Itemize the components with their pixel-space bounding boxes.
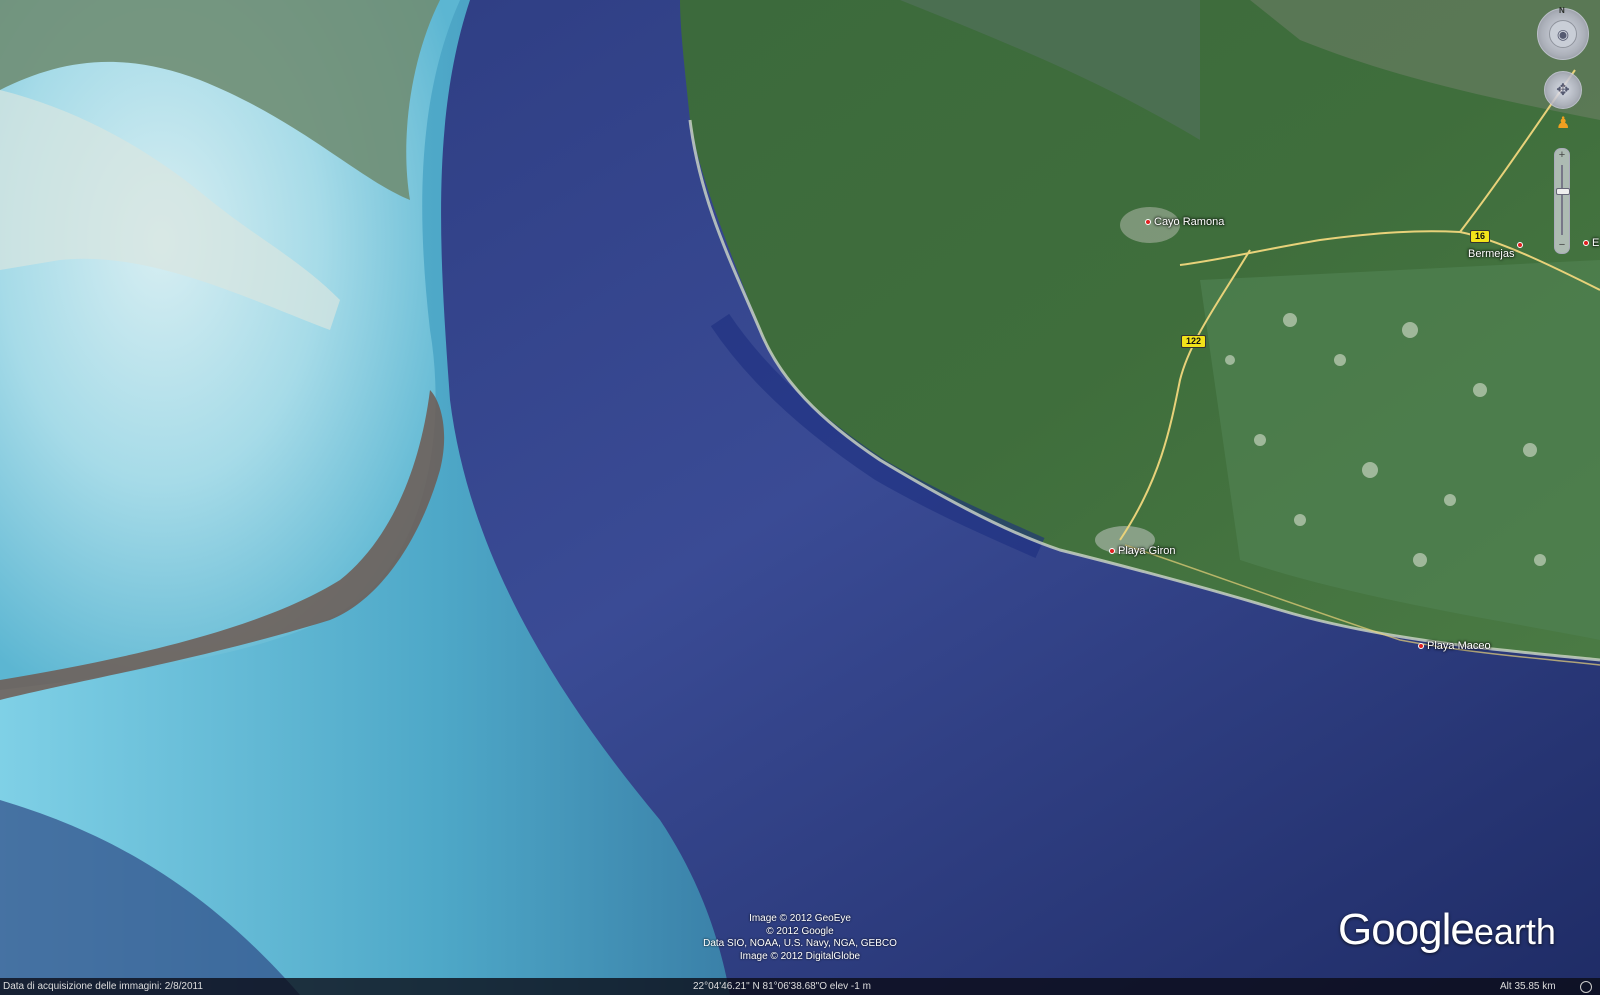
red-pin-icon <box>1109 548 1115 554</box>
streaming-indicator-icon <box>1580 981 1592 993</box>
place-label: E <box>1592 237 1600 249</box>
attribution-line: © 2012 Google <box>766 925 834 937</box>
logo-google: Google <box>1338 905 1475 954</box>
eye-altitude: Alt 35.85 km <box>1500 981 1556 992</box>
imagery-date: Data di acquisizione delle immagini: 2/8… <box>3 981 203 992</box>
place-label: Playa Giron <box>1118 545 1176 557</box>
road-shield-122: 122 <box>1181 335 1207 348</box>
attribution-line: Data SIO, NOAA, U.S. Navy, NGA, GEBCO <box>703 938 897 949</box>
red-pin-icon <box>1418 643 1424 649</box>
eye-icon: ◉ <box>1549 20 1577 48</box>
place-label: Cayo Ramona <box>1154 216 1225 228</box>
look-joystick[interactable]: N ◉ <box>1537 6 1589 60</box>
zoom-slider-thumb[interactable] <box>1556 188 1570 196</box>
google-earth-logo: Googleearth <box>1338 905 1556 955</box>
cursor-coordinates: 22°04'46.21" N 81°06'38.68"O elev -1 m <box>693 981 871 992</box>
attribution-line: Image © 2012 DigitalGlobe <box>739 950 861 962</box>
pegman-icon[interactable]: ♟ <box>1556 113 1570 133</box>
place-playa-giron[interactable]: Playa Giron <box>1109 545 1175 557</box>
red-pin-icon <box>1517 242 1524 248</box>
imagery-attribution: Image © 2012 GeoEye © 2012 Google Data S… <box>640 913 960 963</box>
red-pin-icon <box>1145 219 1151 225</box>
status-bar: Data di acquisizione delle immagini: 2/8… <box>0 978 1600 995</box>
satellite-map[interactable] <box>0 0 1600 995</box>
navigation-controls: N ◉ ✥ ♟ + − <box>1534 6 1590 266</box>
hand-icon: ✥ <box>1556 82 1570 99</box>
north-indicator: N <box>1559 6 1565 15</box>
zoom-out-button[interactable]: − <box>1555 239 1569 253</box>
place-label: Bermejas <box>1468 248 1515 260</box>
place-label: Playa Maceo <box>1427 640 1491 652</box>
attribution-line: Image © 2012 GeoEye <box>749 913 851 924</box>
road-shield-16: 16 <box>1470 230 1491 243</box>
move-joystick[interactable]: ✥ <box>1544 71 1582 109</box>
zoom-in-button[interactable]: + <box>1555 149 1569 163</box>
logo-earth: earth <box>1473 911 1556 952</box>
zoom-slider[interactable]: + − <box>1554 148 1570 254</box>
place-cayo-ramona[interactable]: Cayo Ramona <box>1145 216 1224 228</box>
place-playa-maceo[interactable]: Playa Maceo <box>1418 640 1491 652</box>
